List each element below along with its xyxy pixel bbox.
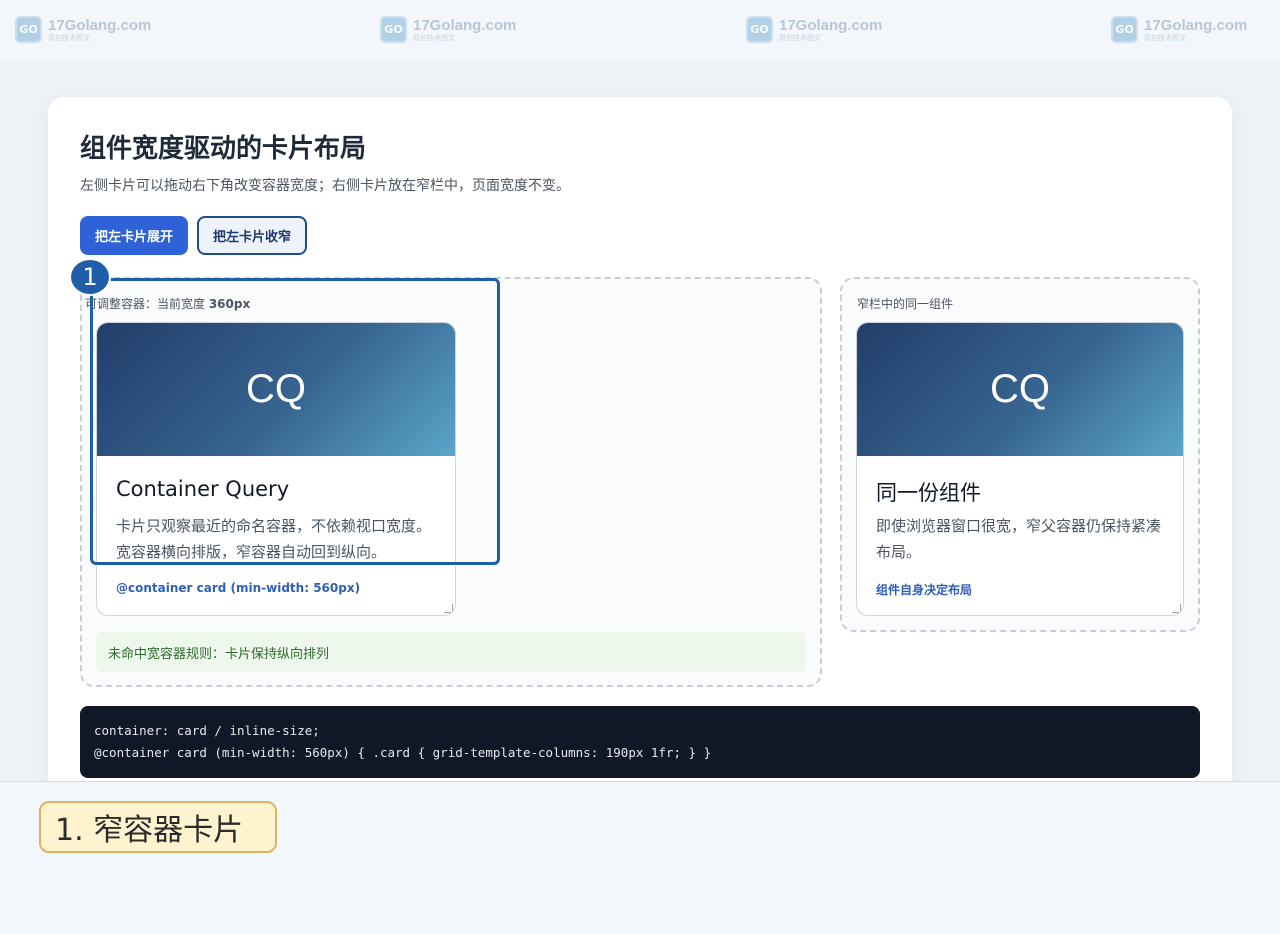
golang-logo-icon: GO [746, 16, 773, 43]
code-block: container: card / inline-size; @containe… [80, 706, 1200, 778]
watermark-sub: 原创技术图文 [413, 33, 455, 42]
narrow-column: 窄栏中的同一组件 CQ 同一份组件 即使浏览器窗口很宽，窄父容器仍保持紧凑布局。… [840, 277, 1200, 632]
status-message: 未命中宽容器规则：卡片保持纵向排列 [96, 632, 806, 672]
resize-handle-icon[interactable] [444, 604, 453, 613]
shrink-card-button[interactable]: 把左卡片收窄 [197, 216, 307, 255]
card-rule-link: @container card (min-width: 560px) [116, 581, 361, 595]
narrow-column-label: 窄栏中的同一组件 [857, 297, 954, 311]
code-line: container: card / inline-size; [94, 723, 320, 738]
watermark-band-bottom [0, 872, 1280, 934]
annotation-caption: 1. 窄容器卡片 [39, 801, 277, 853]
resize-handle-icon[interactable] [1172, 604, 1181, 613]
watermark: GO 17Golang.com 原创技术图文 [15, 16, 151, 43]
annotation-highlight-box [90, 278, 500, 565]
expand-card-button[interactable]: 把左卡片展开 [80, 216, 188, 255]
watermark-name: 17Golang.com [1144, 16, 1248, 34]
page-title: 组件宽度驱动的卡片布局 [80, 134, 367, 164]
watermark: GO 17Golang.com 原创技术图文 [1111, 16, 1247, 43]
page-subtitle: 左侧卡片可以拖动右下角改变容器宽度；右侧卡片放在窄栏中，页面宽度不变。 [80, 178, 570, 194]
watermark: GO 17Golang.com 原创技术图文 [380, 16, 516, 43]
card-rule-link: 组件自身决定布局 [876, 583, 973, 597]
watermark: GO 17Golang.com 原创技术图文 [746, 16, 882, 43]
watermark-sub: 原创技术图文 [779, 33, 821, 42]
watermark-sub: 原创技术图文 [1144, 33, 1186, 42]
watermark-name: 17Golang.com [779, 16, 883, 34]
golang-logo-icon: GO [1111, 16, 1138, 43]
card-title: 同一份组件 [876, 481, 981, 505]
watermark-band-top [0, 0, 1280, 62]
annotation-badge: 1 [69, 258, 111, 296]
card-hero: CQ [857, 323, 1183, 456]
golang-logo-icon: GO [15, 16, 42, 43]
narrow-card: CQ 同一份组件 即使浏览器窗口很宽，窄父容器仍保持紧凑布局。 组件自身决定布局 [856, 322, 1184, 616]
code-line: @container card (min-width: 560px) { .ca… [94, 745, 712, 760]
watermark-name: 17Golang.com [48, 16, 152, 34]
watermark-name: 17Golang.com [413, 16, 517, 34]
watermark-sub: 原创技术图文 [48, 33, 90, 42]
card-description: 即使浏览器窗口很宽，窄父容器仍保持紧凑布局。 [876, 517, 1162, 561]
golang-logo-icon: GO [380, 16, 407, 43]
